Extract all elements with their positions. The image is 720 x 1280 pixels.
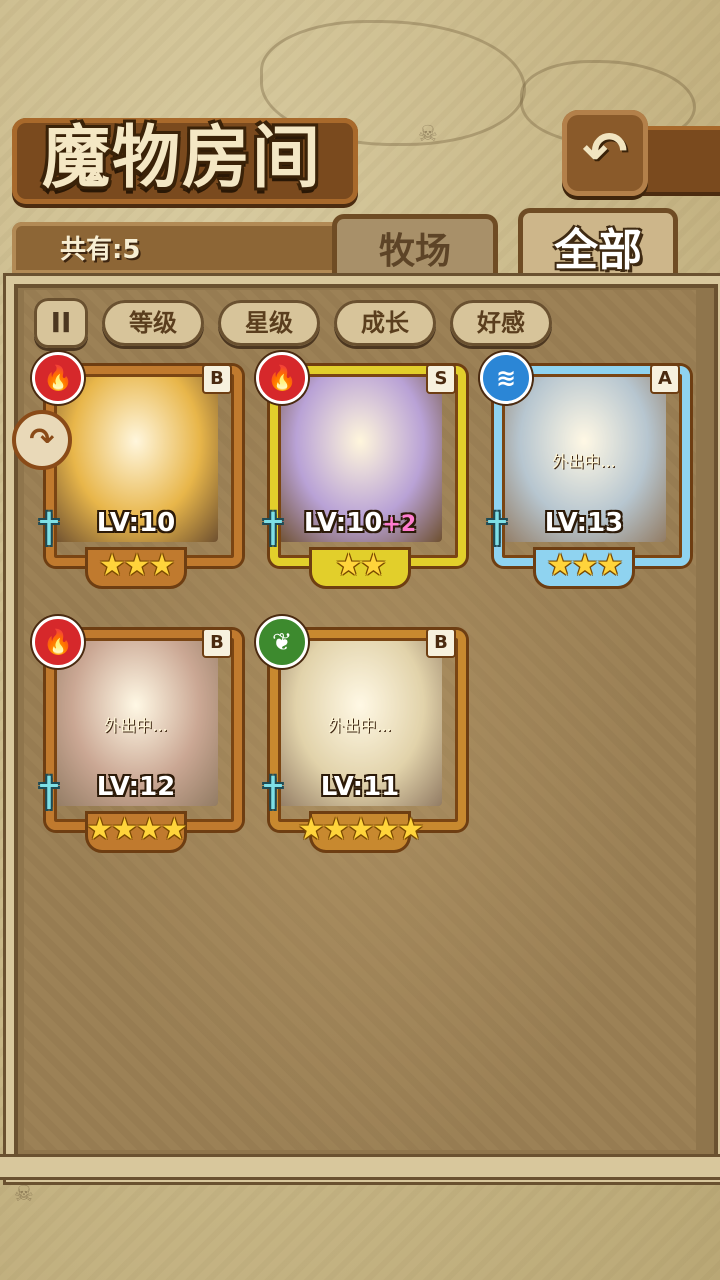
star-rating: ★★★ <box>98 548 176 583</box>
monster-card[interactable]: ≋ A † 外出中... LV:13 ★★★ <box>480 352 690 590</box>
level-label: LV:12 <box>38 772 234 802</box>
level-label: LV:10 <box>38 508 234 538</box>
monster-count: 共有:5 <box>60 235 141 265</box>
sort-growth-button[interactable]: 成长 <box>334 300 436 346</box>
level-value: LV:10 <box>96 508 176 538</box>
page-title: 魔物房间 <box>42 118 323 198</box>
rank-badge: S <box>426 364 456 394</box>
rank-badge: B <box>202 364 232 394</box>
fire-element-icon: 🔥 <box>256 352 308 404</box>
return-icon: ↶ <box>582 120 628 183</box>
tab-ranch[interactable]: 牧场 <box>332 214 498 281</box>
monster-card[interactable]: 🔥 S † LV:10+2 ★★ <box>256 352 466 590</box>
level-label: LV:11 <box>262 772 458 802</box>
wood-element-icon: ❦ <box>256 616 308 668</box>
level-value: LV:10 <box>303 508 383 538</box>
sort-level-button[interactable]: 等级 <box>102 300 204 346</box>
bottom-rail <box>0 1154 720 1180</box>
level-label: LV:10+2 <box>262 508 458 538</box>
rank-badge: B <box>426 628 456 658</box>
tab-all[interactable]: 全部 <box>518 208 678 285</box>
level-value: LV:11 <box>320 772 400 802</box>
level-label: LV:13 <box>486 508 682 538</box>
away-status: 外出中... <box>328 716 392 735</box>
fire-element-icon: 🔥 <box>32 352 84 404</box>
level-value: LV:12 <box>96 772 176 802</box>
star-rating: ★★★★ <box>86 812 188 847</box>
sort-affection-button[interactable]: 好感 <box>450 300 552 346</box>
away-status: 外出中... <box>552 452 616 471</box>
star-rating: ★★ <box>335 548 387 583</box>
water-element-icon: ≋ <box>480 352 532 404</box>
monster-card[interactable]: ❦ B † 外出中... LV:11 ★★★★★ <box>256 616 466 854</box>
rank-badge: B <box>202 628 232 658</box>
rotate-icon[interactable]: ↷ <box>12 410 72 470</box>
back-button[interactable]: ↶ <box>562 110 648 196</box>
level-value: LV:13 <box>544 508 624 538</box>
skull-icon: ☠ <box>418 122 438 147</box>
rank-badge: A <box>650 364 680 394</box>
level-bonus: +2 <box>382 512 417 537</box>
monster-card[interactable]: 🔥 B † 外出中... LV:12 ★★★★ <box>32 616 242 854</box>
star-rating: ★★★ <box>546 548 624 583</box>
skull-icon: ☠ <box>14 1182 34 1207</box>
sort-star-button[interactable]: 星级 <box>218 300 320 346</box>
star-rating: ★★★★★ <box>297 812 424 847</box>
away-status: 外出中... <box>104 716 168 735</box>
header-bar <box>640 126 720 196</box>
fire-element-icon: 🔥 <box>32 616 84 668</box>
sort-order-button[interactable]: II <box>34 298 88 348</box>
monster-card[interactable]: 🔥 B † LV:10 ★★★ <box>32 352 242 590</box>
